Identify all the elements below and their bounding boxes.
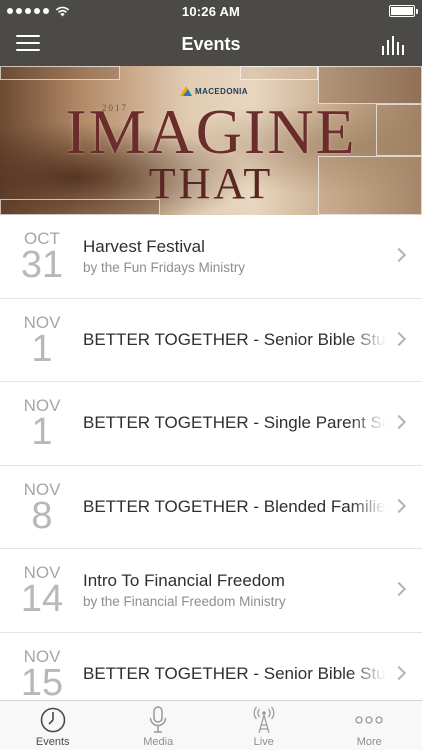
event-title: BETTER TOGETHER - Senior Bible Study: [83, 663, 386, 683]
more-dots-icon: [355, 706, 383, 734]
clock-icon: [39, 706, 67, 734]
chevron-right-icon: [391, 498, 407, 513]
chevron-right-icon: [391, 665, 407, 680]
event-row[interactable]: OCT 31 Harvest Festival by the Fun Frida…: [0, 215, 422, 299]
tab-label: Live: [253, 736, 274, 748]
event-title: BETTER TOGETHER - Single Parent Sunday: [83, 413, 386, 433]
event-title: BETTER TOGETHER - Blended Families: [83, 496, 386, 516]
status-bar: 10:26 AM: [0, 0, 422, 22]
chevron-right-icon: [391, 248, 407, 263]
event-subtitle: by the Fun Fridays Ministry: [83, 260, 246, 276]
event-day: 1: [31, 327, 53, 370]
event-subtitle: by the Financial Freedom Ministry: [83, 594, 286, 610]
signal-strength-icon: [7, 8, 49, 14]
equalizer-icon[interactable]: [381, 33, 407, 55]
event-row[interactable]: NOV 15 BETTER TOGETHER - Senior Bible St…: [0, 633, 422, 701]
wifi-icon: [55, 6, 70, 16]
chevron-right-icon: [391, 331, 407, 346]
banner-title: IMAGINE: [65, 96, 357, 167]
page-title: Events: [181, 33, 241, 54]
event-list: OCT 31 Harvest Festival by the Fun Frida…: [0, 215, 422, 700]
event-banner-image: MACEDONIA 2017 IMAGINE THAT: [0, 66, 422, 215]
chevron-right-icon: [391, 582, 407, 597]
status-time: 10:26 AM: [181, 3, 241, 19]
microphone-icon: [144, 706, 172, 734]
tab-media[interactable]: Media: [106, 701, 212, 750]
event-row[interactable]: NOV 14 Intro To Financial Freedom by the…: [0, 549, 422, 633]
event-title: BETTER TOGETHER - Senior Bible Study: [83, 329, 386, 349]
broadcast-tower-icon: [250, 706, 278, 734]
tab-label: Media: [143, 736, 174, 748]
signal-wifi-group: [7, 0, 70, 22]
event-row[interactable]: NOV 8 BETTER TOGETHER - Blended Families: [0, 466, 422, 549]
navigation-bar: Events: [0, 22, 422, 66]
event-day: 8: [31, 494, 53, 537]
chevron-right-icon: [391, 415, 407, 430]
event-row[interactable]: NOV 1 BETTER TOGETHER - Senior Bible Stu…: [0, 299, 422, 382]
tab-label: Events: [35, 736, 70, 748]
tab-more[interactable]: More: [317, 701, 422, 750]
event-day: 1: [31, 411, 53, 453]
tab-label: More: [356, 736, 382, 748]
event-title: Intro To Financial Freedom: [83, 571, 285, 591]
logo-text: MACEDONIA: [195, 86, 248, 96]
event-day: 31: [20, 244, 64, 286]
logo-mark-icon: [180, 86, 192, 96]
tab-bar: Events Media Live More: [0, 700, 422, 750]
event-title: Harvest Festival: [83, 237, 205, 257]
event-row[interactable]: NOV 1 BETTER TOGETHER - Single Parent Su…: [0, 382, 422, 466]
battery-icon: [389, 5, 418, 17]
hamburger-icon[interactable]: [16, 33, 40, 53]
event-day: 14: [20, 578, 64, 620]
church-logo: MACEDONIA: [180, 86, 248, 96]
tab-events[interactable]: Events: [0, 701, 106, 750]
banner-subtitle: THAT: [148, 159, 274, 208]
event-day: 15: [20, 661, 64, 701]
tab-live[interactable]: Live: [211, 701, 317, 750]
